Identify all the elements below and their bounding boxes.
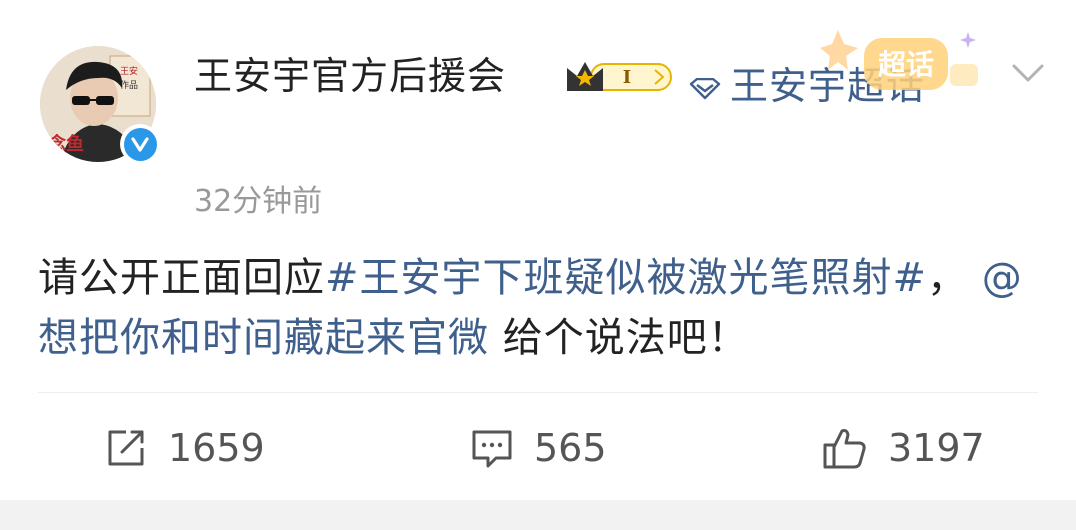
svg-text:念鱼: 念鱼 [48,133,84,155]
svg-text:作品: 作品 [120,79,138,91]
diamond-icon [689,77,721,99]
chevron-down-icon[interactable] [1008,58,1048,88]
like-button[interactable]: 3197 [822,420,985,476]
verified-v-icon [131,137,149,152]
weibo-post-card: 王安 作品 念鱼 王安宇官方后援会 I 王安宇超话 超话 32分钟前 请公开正面… [0,0,1076,500]
super-sticker-text: 超话 [878,48,934,81]
thumbs-up-icon [823,429,866,469]
post-body: 请公开正面回应#王安宇下班疑似被激光笔照射#， @想把你和时间藏起来官微 给个说… [38,248,1038,368]
super-topic-sticker: 超话 [820,30,978,90]
post-text-middle: ， [927,255,982,301]
post-text-prefix: 请公开正面回应 [38,255,325,301]
post-timestamp: 32分钟前 [194,184,323,219]
verified-badge [120,124,160,164]
comment-icon [472,430,512,468]
comment-button[interactable]: 565 [470,420,607,476]
repost-button[interactable]: 1659 [104,420,265,476]
post-text-suffix: 给个说法吧！ [489,315,749,361]
repost-icon [108,430,144,466]
comment-count: 565 [534,426,607,470]
divider [38,392,1038,393]
like-count: 3197 [888,426,985,470]
feed-gap [0,500,1076,530]
svg-text:王安: 王安 [120,65,138,77]
repost-count: 1659 [168,426,265,470]
topic-link[interactable]: #王安宇下班疑似被激光笔照射# [325,255,927,301]
